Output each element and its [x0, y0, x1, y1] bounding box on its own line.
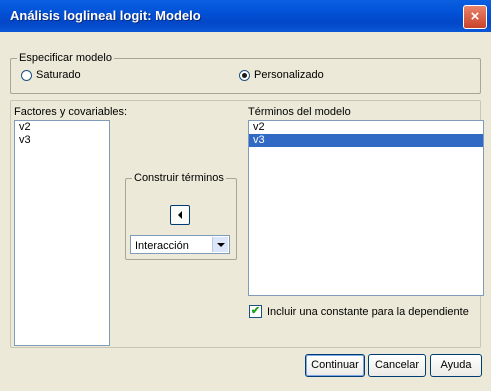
radio-personalizado-circle[interactable]	[239, 69, 250, 81]
radio-saturado[interactable]: Saturado	[21, 69, 81, 81]
include-constant-label[interactable]: Incluir una constante para la dependient…	[267, 306, 469, 318]
check-icon: ✔	[250, 305, 261, 317]
build-terms-legend: Construir términos	[132, 172, 226, 184]
window-title: Análisis loglineal logit: Modelo	[10, 8, 201, 23]
dropdown-button[interactable]	[212, 237, 228, 252]
include-constant-checkbox[interactable]: ✔	[249, 305, 262, 318]
radio-personalizado[interactable]: Personalizado	[239, 69, 324, 81]
title-bar[interactable]: Análisis loglineal logit: Modelo ×	[0, 0, 491, 32]
close-icon: ×	[470, 8, 480, 25]
specify-model-group: Especificar modelo Saturado Personalizad…	[10, 52, 481, 94]
specify-model-legend: Especificar modelo	[17, 52, 114, 64]
move-term-button[interactable]	[170, 205, 190, 225]
radio-personalizado-label: Personalizado	[254, 69, 324, 81]
arrow-left-icon	[178, 211, 182, 219]
chevron-down-icon	[216, 242, 225, 247]
radio-saturado-label: Saturado	[36, 69, 81, 81]
list-item[interactable]: v2	[249, 121, 483, 134]
cancel-button[interactable]: Cancelar	[368, 354, 426, 377]
list-item[interactable]: v3	[15, 134, 109, 147]
factors-listbox[interactable]: v2 v3	[14, 120, 110, 346]
dialog-body: Especificar modelo Saturado Personalizad…	[4, 32, 487, 387]
continue-button[interactable]: Continuar	[305, 354, 365, 377]
model-terms-listbox[interactable]: v2 v3	[248, 120, 484, 296]
help-button[interactable]: Ayuda	[430, 354, 482, 377]
radio-saturado-circle[interactable]	[21, 69, 32, 81]
term-type-select[interactable]: Interacción	[130, 235, 230, 254]
build-terms-group: Construir términos Interacción	[125, 172, 237, 260]
model-terms-label: Términos del modelo	[248, 106, 351, 118]
list-item[interactable]: v2	[15, 121, 109, 134]
close-button[interactable]: ×	[463, 5, 487, 29]
factors-label: Factores y covariables:	[14, 106, 128, 118]
term-type-value: Interacción	[135, 240, 189, 252]
list-item-selected[interactable]: v3	[249, 134, 483, 147]
